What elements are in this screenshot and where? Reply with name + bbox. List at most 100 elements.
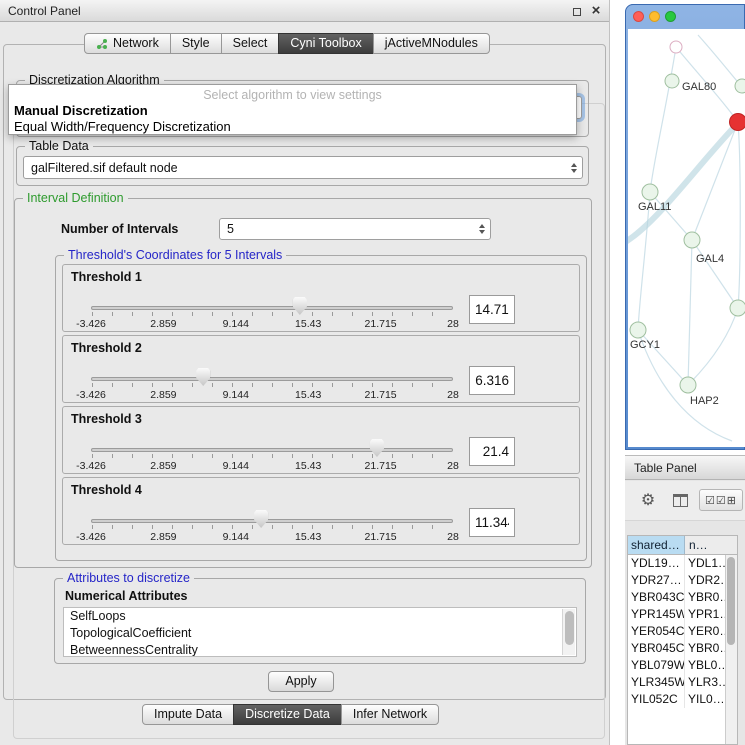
network-node[interactable] — [735, 79, 745, 93]
network-node[interactable] — [670, 41, 682, 53]
table-scrollbar[interactable] — [725, 555, 737, 744]
threshold-slider[interactable]: -3.426 2.859 9.144 15.43 21.715 28 — [91, 510, 453, 544]
tab-style[interactable]: Style — [170, 33, 222, 54]
network-canvas[interactable]: GAL80 GAL11 GAL4 GCY1 HAP2 — [628, 29, 745, 447]
algorithm-option-manual[interactable]: Manual Discretization — [9, 103, 576, 119]
threshold-value-input[interactable] — [469, 366, 515, 395]
table-row[interactable]: YIL052CYIL0… — [628, 691, 737, 708]
node-label-gcy1: GCY1 — [630, 339, 660, 351]
slider-scale-labels: -3.426 2.859 9.144 15.43 21.715 28 — [91, 318, 453, 330]
float-icon — [573, 8, 581, 16]
threshold-slider[interactable]: -3.426 2.859 9.144 15.43 21.715 28 — [91, 439, 453, 473]
column-visibility-buttons[interactable]: ☑☑⊞ — [699, 489, 743, 511]
tick-label: 21.715 — [365, 318, 397, 330]
cell: YBL079W — [628, 657, 685, 674]
scrollbar-thumb[interactable] — [565, 611, 574, 645]
network-node-gal4[interactable] — [684, 232, 700, 248]
threshold-panel-1: Threshold 1 -3.426 2.859 9.144 15.43 21.… — [62, 264, 580, 332]
attributes-group: Attributes to discretize Numerical Attri… — [54, 578, 586, 664]
tab-label: Discretize Data — [245, 705, 330, 724]
table-row[interactable]: YBR043CYBR0… — [628, 589, 737, 606]
slider-track[interactable] — [91, 448, 453, 452]
close-traffic-light[interactable] — [633, 11, 644, 22]
threshold-value-input[interactable] — [469, 437, 515, 466]
network-node-hap2[interactable] — [680, 377, 696, 393]
tab-cyni-toolbox[interactable]: Cyni Toolbox — [278, 33, 373, 54]
tab-label: Select — [233, 34, 268, 53]
number-of-intervals-combo[interactable]: 5 — [219, 218, 491, 240]
slider-track[interactable] — [91, 377, 453, 381]
column-header-shared-name[interactable]: shared… — [628, 536, 685, 554]
table-row[interactable]: YLR345WYLR3… — [628, 674, 737, 691]
columns-icon — [673, 494, 688, 507]
threshold-value-input[interactable] — [469, 508, 515, 537]
network-icon — [96, 38, 108, 50]
table-header-row: shared… n… — [628, 536, 737, 555]
table-row[interactable]: YBR045CYBR0… — [628, 640, 737, 657]
node-label-hap2: HAP2 — [690, 395, 719, 407]
tab-label: Network — [113, 34, 159, 53]
node-table[interactable]: shared… n… YDL19…YDL1… YDR27…YDR2… YBR04… — [627, 535, 738, 745]
table-row[interactable]: YPR145WYPR1… — [628, 606, 737, 623]
group-title: Table Data — [25, 139, 93, 153]
table-row[interactable]: YBL079WYBL0… — [628, 657, 737, 674]
tick-label: 9.144 — [223, 389, 249, 401]
threshold-value-input[interactable] — [469, 295, 515, 324]
selected-network-node[interactable] — [730, 114, 745, 131]
threshold-slider[interactable]: -3.426 2.859 9.144 15.43 21.715 28 — [91, 297, 453, 331]
table-panel-titlebar: Table Panel — [625, 455, 745, 480]
cell: YDR27… — [628, 572, 685, 589]
group-title: Attributes to discretize — [63, 571, 194, 585]
scrollbar-thumb[interactable] — [727, 557, 735, 645]
list-item[interactable]: SelfLoops — [64, 608, 576, 625]
tab-network[interactable]: Network — [84, 33, 171, 54]
close-window-button[interactable]: × — [588, 3, 604, 19]
table-row[interactable]: YER054CYER0… — [628, 623, 737, 640]
tick-label: 2.859 — [150, 389, 176, 401]
table-row[interactable]: YDR27…YDR2… — [628, 572, 737, 589]
network-node[interactable] — [730, 300, 745, 316]
table-row[interactable]: YDL19…YDL1… — [628, 555, 737, 572]
algorithm-dropdown-popup: Select algorithm to view settings Manual… — [8, 84, 577, 135]
zoom-traffic-light[interactable] — [665, 11, 676, 22]
numerical-attributes-label: Numerical Attributes — [65, 589, 187, 603]
algorithm-option-equal-width[interactable]: Equal Width/Frequency Discretization — [9, 119, 576, 135]
tab-select[interactable]: Select — [221, 33, 280, 54]
node-label-gal80: GAL80 — [682, 81, 716, 93]
bottom-tab-bar: Impute Data Discretize Data Infer Networ… — [142, 704, 439, 725]
list-item[interactable]: TopologicalCoefficient — [64, 625, 576, 642]
slider-track[interactable] — [91, 306, 453, 310]
gear-button[interactable]: ⚙ — [637, 489, 659, 511]
column-header-name[interactable]: n… — [685, 536, 737, 554]
combo-value: galFiltered.sif default node — [24, 161, 566, 175]
minimize-traffic-light[interactable] — [649, 11, 660, 22]
tab-discretize-data[interactable]: Discretize Data — [233, 704, 342, 725]
tab-jactivemnodules[interactable]: jActiveMNodules — [373, 33, 490, 54]
threshold-label: Threshold 1 — [71, 270, 142, 284]
threshold-slider[interactable]: -3.426 2.859 9.144 15.43 21.715 28 — [91, 368, 453, 402]
list-item[interactable]: BetweennessCentrality — [64, 642, 576, 657]
numerical-attributes-list[interactable]: SelfLoops TopologicalCoefficient Between… — [63, 607, 577, 657]
tab-impute-data[interactable]: Impute Data — [142, 704, 234, 725]
tab-infer-network[interactable]: Infer Network — [341, 704, 439, 725]
tab-label: Style — [182, 34, 210, 53]
interval-definition-group: Interval Definition Number of Intervals … — [14, 198, 592, 568]
table-data-combo[interactable]: galFiltered.sif default node — [23, 156, 583, 179]
tick-label: -3.426 — [76, 460, 106, 472]
apply-button[interactable]: Apply — [268, 671, 334, 692]
tab-label: jActiveMNodules — [385, 34, 478, 53]
columns-button[interactable] — [669, 489, 691, 511]
network-node-gcy1[interactable] — [630, 322, 646, 338]
float-window-button[interactable] — [569, 3, 585, 19]
slider-scale-labels: -3.426 2.859 9.144 15.43 21.715 28 — [91, 389, 453, 401]
cell: YBR043C — [628, 589, 685, 606]
list-scrollbar[interactable] — [562, 609, 575, 655]
combo-stepper-icon — [566, 157, 582, 178]
network-node[interactable] — [665, 74, 679, 88]
table-toolbar: ⚙ ☑☑⊞ — [625, 481, 745, 521]
network-node-gal11[interactable] — [642, 184, 658, 200]
slider-tick-marks — [92, 454, 452, 458]
tick-label: 2.859 — [150, 460, 176, 472]
table-panel-title: Table Panel — [634, 461, 697, 475]
slider-track[interactable] — [91, 519, 453, 523]
